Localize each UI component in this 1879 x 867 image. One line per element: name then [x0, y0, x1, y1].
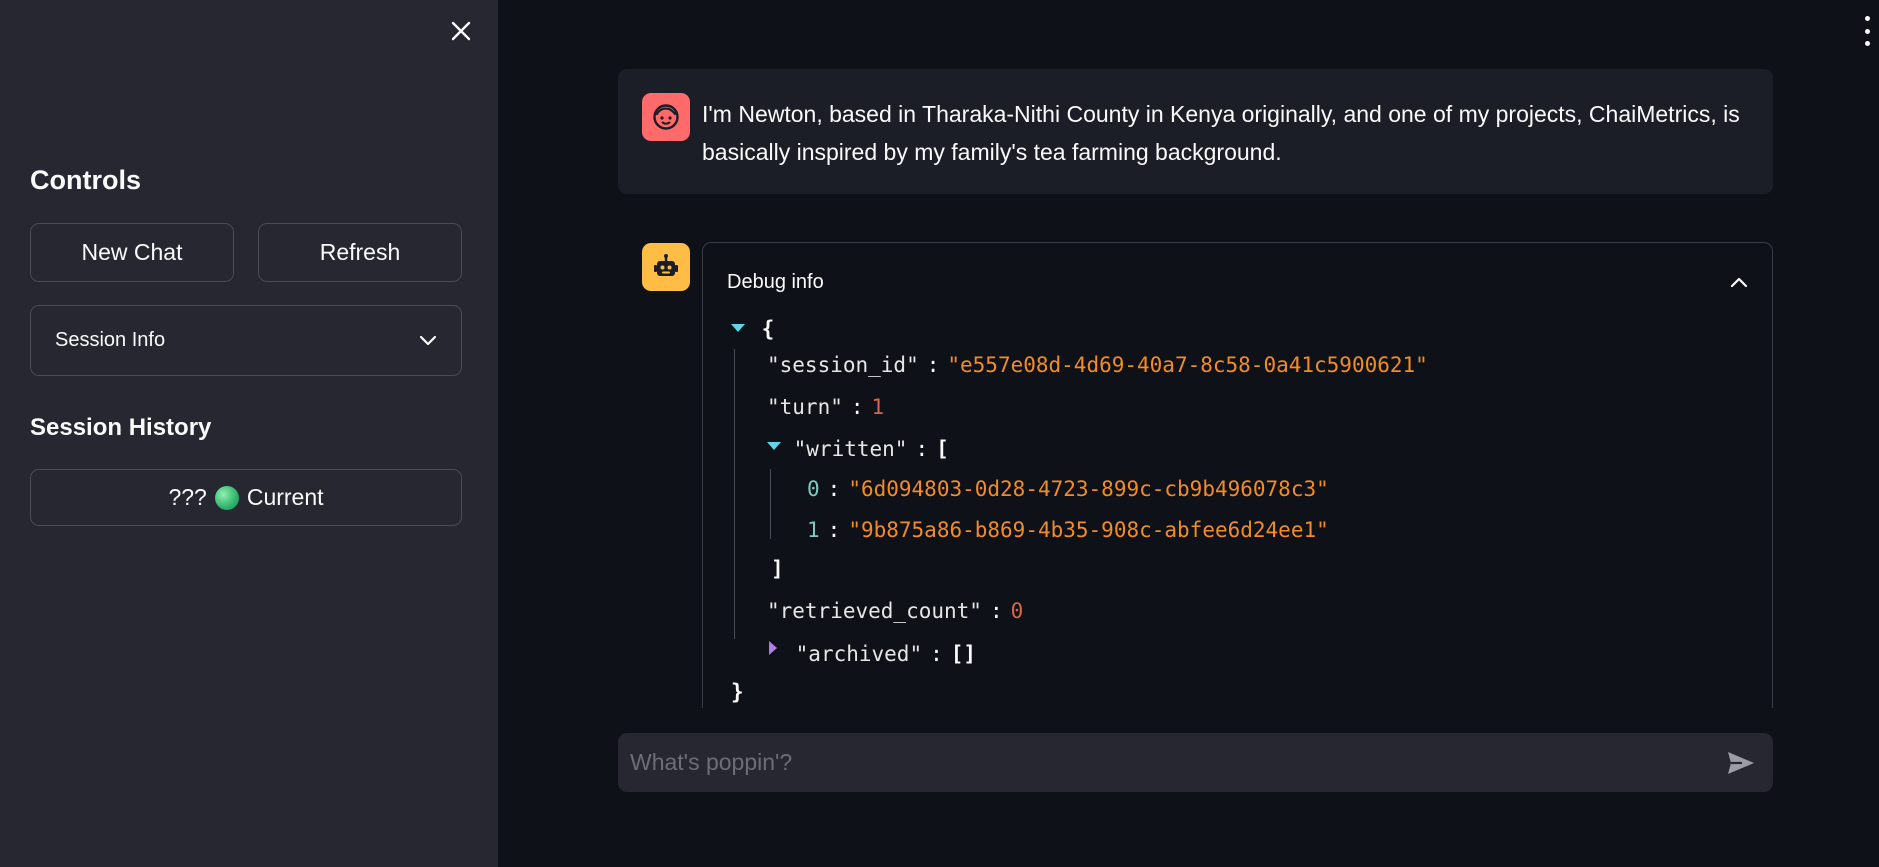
controls-heading: Controls	[30, 165, 141, 195]
json-string-value: "9b875a86-b869-4b35-908c-abfee6d24ee1"	[848, 518, 1329, 542]
json-colon: :	[827, 518, 841, 542]
collapse-triangle-icon[interactable]	[731, 324, 745, 332]
current-session-button[interactable]: ??? Current	[30, 469, 462, 526]
main-menu-button[interactable]	[1862, 16, 1872, 46]
close-sidebar-button[interactable]	[446, 16, 476, 46]
json-key: "session_id"	[767, 353, 919, 377]
session-history-heading: Session History	[30, 414, 212, 441]
green-circle-icon	[214, 485, 239, 510]
json-open-brace: {	[761, 317, 775, 341]
robot-icon	[654, 254, 678, 276]
session-info-expander[interactable]: Session Info	[30, 305, 462, 376]
menu-dot	[1864, 41, 1870, 46]
current-session-label: Current	[246, 484, 324, 510]
json-row-archived: "archived": []	[769, 641, 976, 666]
json-open-bracket: [	[936, 437, 949, 461]
json-indent-line	[734, 349, 735, 639]
chevron-up-icon	[1730, 277, 1748, 288]
json-indent-line	[770, 469, 771, 539]
sidebar: Controls New Chat Refresh Session Info S…	[0, 0, 498, 867]
chevron-down-icon	[419, 335, 437, 345]
debug-info-expander: Debug info { "session_id": "e557e08d-4d69…	[702, 242, 1773, 708]
refresh-button[interactable]: Refresh	[258, 223, 462, 282]
json-colon: :	[930, 642, 943, 666]
json-index: 0	[807, 477, 820, 501]
menu-dot	[1864, 28, 1870, 34]
json-empty-array: []	[950, 642, 977, 666]
debug-info-header[interactable]: Debug info	[727, 267, 1748, 297]
json-row-retrieved-count: "retrieved_count":0	[767, 599, 1023, 623]
json-row-written: "written": [	[767, 437, 949, 461]
json-key: "written"	[793, 437, 908, 461]
json-key: "archived"	[795, 642, 923, 666]
json-colon: :	[926, 353, 940, 377]
json-string-value: "6d094803-0d28-4723-899c-cb9b496078c3"	[848, 477, 1329, 501]
json-colon: :	[989, 599, 1003, 623]
expand-triangle-icon[interactable]	[769, 641, 777, 655]
json-close-bracket: ]	[771, 557, 784, 581]
json-colon: :	[915, 437, 929, 461]
json-colon: :	[827, 477, 841, 501]
json-index: 1	[807, 518, 820, 542]
json-number-value: 0	[1010, 599, 1024, 623]
json-row-session-id: "session_id": "e557e08d-4d69-40a7-8c58-0a…	[767, 353, 1428, 377]
menu-dot	[1864, 16, 1870, 21]
session-prefix: ???	[168, 484, 207, 510]
json-row-written-close: ]	[771, 557, 784, 581]
collapse-triangle-icon[interactable]	[767, 442, 781, 450]
json-key: "turn"	[767, 395, 843, 419]
chat-input-container	[618, 733, 1773, 792]
close-icon	[451, 21, 471, 41]
session-info-label: Session Info	[55, 329, 166, 351]
json-root-close: }	[731, 680, 744, 704]
json-row-turn: "turn":1	[767, 395, 884, 419]
new-chat-button[interactable]: New Chat	[30, 223, 234, 282]
send-button[interactable]	[1724, 747, 1758, 779]
bot-avatar	[642, 243, 690, 291]
user-message-text: I'm Newton, based in Tharaka-Nithi Count…	[702, 101, 1740, 165]
json-root-open: {	[731, 317, 774, 341]
json-number-value: 1	[871, 395, 885, 419]
json-string-value: "e557e08d-4d69-40a7-8c58-0a41c5900621"	[947, 353, 1428, 377]
user-avatar	[642, 93, 690, 141]
json-array-item: 1: "9b875a86-b869-4b35-908c-abfee6d24ee1"	[807, 518, 1329, 542]
debug-info-label: Debug info	[727, 270, 824, 293]
chat-input[interactable]	[630, 733, 1710, 792]
json-array-item: 0: "6d094803-0d28-4723-899c-cb9b496078c3"	[807, 477, 1329, 501]
json-key: "retrieved_count"	[767, 599, 982, 623]
json-close-brace: }	[731, 680, 744, 704]
json-colon: :	[850, 395, 864, 419]
send-icon	[1728, 752, 1754, 774]
face-icon	[653, 104, 679, 130]
